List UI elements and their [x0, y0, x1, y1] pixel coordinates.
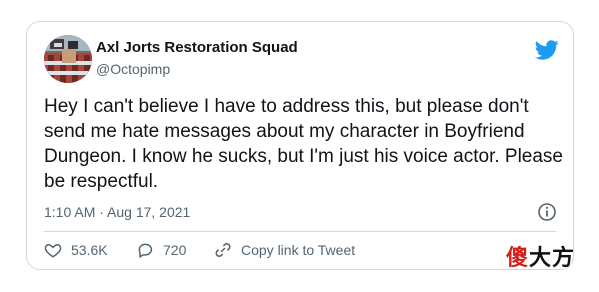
divider [44, 231, 556, 232]
author-handle[interactable]: @Octopimp [96, 61, 170, 77]
heart-icon [44, 243, 62, 258]
reply-button[interactable]: 720 [136, 241, 186, 259]
like-count: 53.6K [71, 242, 108, 258]
tweet-timestamp[interactable]: 1:10 AM · Aug 17, 2021 [44, 204, 190, 220]
watermark-char-1: 傻 [505, 246, 529, 271]
avatar[interactable] [44, 35, 92, 83]
like-button[interactable]: 53.6K [44, 241, 108, 259]
reply-count: 720 [163, 242, 187, 258]
copy-link-button[interactable]: Copy link to Tweet [214, 241, 355, 259]
author-name[interactable]: Axl Jorts Restoration Squad [96, 39, 298, 56]
tweet-card[interactable]: Axl Jorts Restoration Squad @Octopimp He… [26, 21, 574, 270]
tweet-text: Hey I can't believe I have to address th… [44, 96, 564, 192]
reply-bubble-icon [138, 243, 153, 259]
info-icon[interactable] [537, 202, 557, 222]
copy-link-label: Copy link to Tweet [241, 242, 356, 258]
twitter-bird-icon[interactable] [534, 38, 559, 62]
link-icon [215, 243, 231, 257]
watermark-char-2: 大方 [528, 246, 575, 271]
watermark-logo: 傻大方 [506, 240, 575, 272]
